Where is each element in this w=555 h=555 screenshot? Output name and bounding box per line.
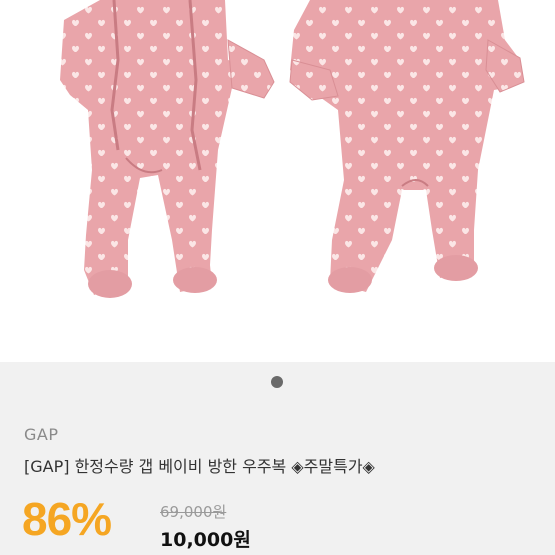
carousel-indicator-dot[interactable] — [271, 376, 283, 388]
sale-price: 10,000원 — [160, 529, 251, 551]
discount-rate: 86% — [22, 493, 112, 545]
snowsuit-back — [289, 0, 525, 293]
snowsuit-illustration — [60, 0, 525, 298]
snowsuit-front — [60, 0, 275, 298]
product-image[interactable] — [0, 0, 555, 362]
brand-name[interactable]: GAP — [24, 425, 59, 444]
original-price: 69,000원 — [160, 503, 227, 521]
product-title[interactable]: [GAP] 한정수량 갭 베이비 방한 우주복 ◈주말특가◈ — [24, 453, 375, 477]
